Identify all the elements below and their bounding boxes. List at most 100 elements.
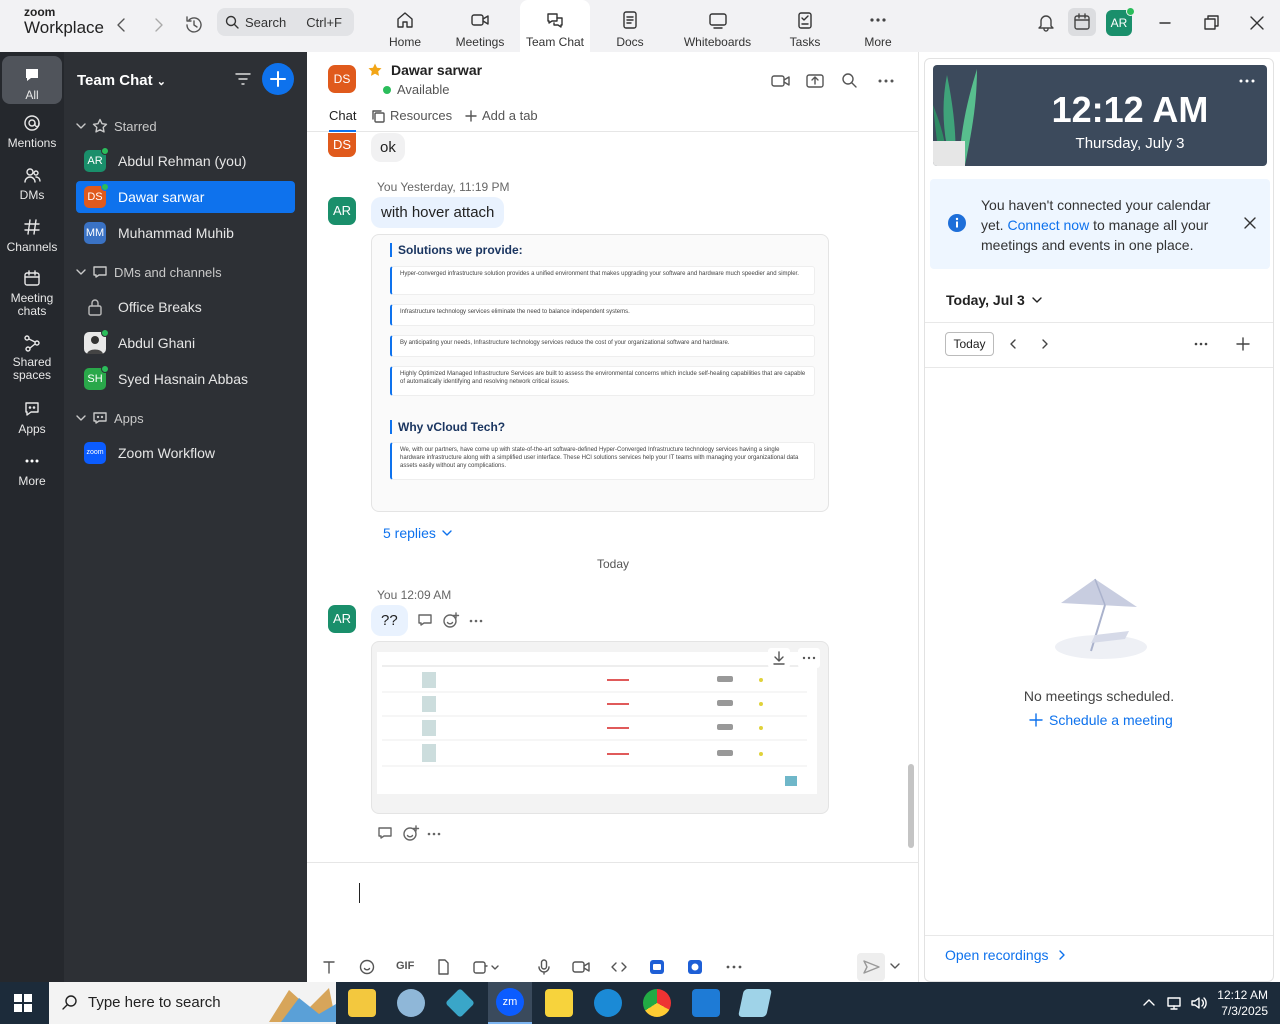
tray-chevron-icon[interactable] — [1142, 995, 1156, 1009]
video-call-icon[interactable] — [771, 72, 791, 90]
nav-docs[interactable]: Docs — [595, 0, 665, 52]
attachment-more-icon[interactable] — [798, 648, 820, 668]
filter-icon[interactable] — [234, 70, 252, 88]
taskbar-search[interactable]: Type here to search — [49, 982, 336, 1024]
contact-name[interactable]: Dawar sarwar — [391, 62, 482, 78]
file-explorer-icon[interactable] — [348, 989, 376, 1017]
rail-dms[interactable]: DMs — [2, 166, 62, 202]
screenshot-attachment[interactable] — [371, 641, 829, 814]
rail-all[interactable]: All — [2, 56, 62, 104]
history-icon[interactable] — [182, 13, 206, 37]
next-day-icon[interactable] — [1037, 336, 1053, 352]
sticky-notes-icon[interactable] — [545, 989, 573, 1017]
volume-icon[interactable] — [1190, 995, 1208, 1011]
clock-more-icon[interactable] — [1239, 77, 1255, 85]
message-bubble[interactable]: with hover attach — [371, 197, 505, 228]
rail-channels[interactable]: Channels — [2, 218, 62, 254]
emoji-react-icon[interactable] — [442, 612, 460, 630]
apps-section[interactable]: Apps — [76, 410, 144, 426]
gif-icon[interactable]: GIF — [396, 960, 414, 972]
chat-item-syed-hasnain-abbas[interactable]: SH Syed Hasnain Abbas — [76, 363, 295, 395]
code-snippet-icon[interactable] — [610, 959, 628, 975]
more-options-icon[interactable] — [877, 72, 895, 90]
chrome-browser-icon[interactable] — [643, 989, 671, 1017]
share-screen-icon[interactable] — [806, 72, 824, 90]
send-options-icon[interactable] — [889, 959, 901, 973]
chat-scrollbar[interactable] — [908, 764, 914, 848]
new-chat-button[interactable] — [262, 63, 294, 95]
today-header[interactable]: Today, Jul 3 — [946, 292, 1043, 308]
user-avatar[interactable]: AR — [1106, 7, 1135, 36]
prev-day-icon[interactable] — [1005, 336, 1021, 352]
calendar-more-icon[interactable] — [1193, 336, 1209, 352]
forward-arrow-icon[interactable] — [146, 13, 170, 37]
attachment-card[interactable]: Solutions we provide: Hyper-converged in… — [371, 234, 829, 512]
screenshot-icon[interactable] — [472, 959, 500, 975]
app-integration-icon[interactable] — [649, 959, 665, 975]
rail-mentions[interactable]: Mentions — [2, 114, 62, 150]
rail-meeting-chats[interactable]: Meeting chats — [2, 270, 62, 318]
system-clock[interactable]: 12:12 AM 7/3/2025 — [1217, 987, 1268, 1019]
rail-more[interactable]: More — [2, 452, 62, 488]
message-bubble[interactable]: ok — [371, 133, 405, 162]
nav-tasks[interactable]: Tasks — [770, 0, 840, 52]
rail-apps[interactable]: Apps — [2, 400, 62, 436]
chat-item-abdul-ghani[interactable]: Abdul Ghani — [76, 327, 295, 359]
minimize-icon[interactable] — [1155, 13, 1175, 33]
rail-shared-spaces[interactable]: Shared spaces — [2, 334, 62, 382]
message-bubble[interactable]: ?? — [371, 605, 408, 636]
chat-item-muhammad-muhib[interactable]: MM Muhammad Muhib — [76, 217, 295, 249]
network-icon[interactable] — [1166, 995, 1182, 1011]
chat-item-zoom-workflow[interactable]: zoom Zoom Workflow — [76, 437, 295, 469]
team-chat-header[interactable]: Team Chat ⌄ — [77, 72, 166, 89]
tab-resources[interactable]: Resources — [371, 108, 452, 123]
zoom-taskbar-app[interactable]: zm — [488, 982, 532, 1024]
app-icon[interactable] — [738, 989, 772, 1017]
more-actions-icon[interactable] — [467, 612, 485, 630]
nav-home[interactable]: Home — [370, 0, 440, 52]
video-message-icon[interactable] — [572, 959, 590, 975]
replies-link[interactable]: 5 replies — [383, 525, 452, 541]
close-window-icon[interactable] — [1247, 13, 1267, 33]
open-recordings-link[interactable]: Open recordings — [945, 947, 1067, 963]
app-integration-icon[interactable] — [687, 959, 703, 975]
emoji-icon[interactable] — [359, 959, 375, 975]
today-button[interactable]: Today — [945, 332, 994, 356]
chat-item-office-breaks[interactable]: Office Breaks — [76, 291, 295, 323]
starred-section[interactable]: Starred — [76, 118, 157, 134]
app-icon[interactable] — [397, 989, 425, 1017]
calendar-panel-icon[interactable] — [1068, 8, 1096, 36]
search-input[interactable]: Search Ctrl+F — [217, 8, 354, 36]
edge-browser-icon[interactable] — [594, 989, 622, 1017]
contact-avatar[interactable]: DS — [328, 65, 356, 93]
vscode-icon[interactable] — [692, 989, 720, 1017]
chat-item-abdul-rehman[interactable]: AR Abdul Rehman (you) — [76, 145, 295, 177]
tab-add[interactable]: Add a tab — [465, 108, 538, 123]
schedule-meeting-link[interactable]: Schedule a meeting — [1029, 712, 1173, 728]
star-filled-icon[interactable] — [367, 62, 383, 78]
windows-start-icon[interactable] — [14, 994, 32, 1012]
reply-icon[interactable] — [377, 825, 395, 843]
restore-icon[interactable] — [1201, 13, 1221, 33]
nav-whiteboards[interactable]: Whiteboards — [680, 0, 755, 52]
nav-more[interactable]: More — [843, 0, 913, 52]
emoji-react-icon[interactable] — [402, 825, 420, 843]
file-icon[interactable] — [435, 959, 451, 975]
download-icon[interactable] — [768, 648, 790, 668]
microphone-icon[interactable] — [536, 959, 552, 975]
nav-meetings[interactable]: Meetings — [445, 0, 515, 52]
close-icon[interactable] — [1242, 215, 1258, 231]
nav-team-chat[interactable]: Team Chat — [520, 0, 590, 52]
back-arrow-icon[interactable] — [110, 13, 134, 37]
connect-now-link[interactable]: Connect now — [1007, 217, 1089, 233]
message-composer[interactable]: GIF — [307, 862, 919, 982]
tab-chat[interactable]: Chat — [329, 108, 357, 132]
send-button[interactable] — [857, 953, 885, 981]
more-tools-icon[interactable] — [725, 959, 743, 975]
format-text-icon[interactable] — [321, 959, 337, 975]
dms-channels-section[interactable]: DMs and channels — [76, 264, 222, 280]
app-icon[interactable] — [445, 988, 475, 1018]
add-event-icon[interactable] — [1235, 336, 1251, 352]
chat-item-dawar-sarwar[interactable]: DS Dawar sarwar — [76, 181, 295, 213]
search-icon[interactable] — [841, 72, 859, 90]
